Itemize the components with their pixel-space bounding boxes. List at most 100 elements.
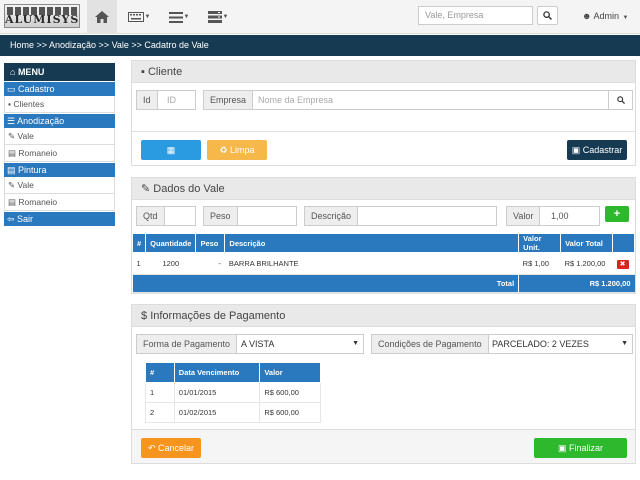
peso-field[interactable]: Peso xyxy=(203,206,297,226)
cell: 01/02/2015 xyxy=(174,402,261,423)
cancelar-label: Cancelar xyxy=(158,443,195,453)
sidebar-item-sair[interactable]: ⇦ Sair xyxy=(4,211,115,226)
col-header: Valor Unit. xyxy=(518,233,562,253)
sidebar-item-romaneio-pintura[interactable]: ▤ Romaneio xyxy=(4,194,115,211)
valor-field[interactable]: Valor 1,00 xyxy=(506,206,600,226)
search-icon xyxy=(616,96,625,104)
admin-user-menu[interactable]: ☻ Admin ▼ xyxy=(582,11,628,21)
cell: R$ 1.200,00 xyxy=(560,252,613,275)
valor-label: Valor xyxy=(507,207,541,225)
finalizar-button[interactable]: ▣ Finalizar xyxy=(534,438,627,458)
sidebar-header: ⌂ MENU xyxy=(4,63,115,81)
col-header: Quantidade xyxy=(145,233,197,253)
col-header: # xyxy=(131,233,147,253)
vale-items-table: # Quantidade Peso Descrição Valor Unit. … xyxy=(131,233,635,293)
caret-down-icon: ▼ xyxy=(183,14,190,20)
plus-icon: + xyxy=(613,208,621,220)
sidebar-item-vale-pintura[interactable]: ✎ Vale xyxy=(4,177,115,194)
table-row: 2 01/02/2015 R$ 600,00 xyxy=(145,402,321,423)
sidebar-item-vale-anodizacao[interactable]: ✎ Vale xyxy=(4,128,115,145)
cell: 1 xyxy=(145,382,175,403)
limpa-cliente-button[interactable]: ♻ Limpa Cliente xyxy=(207,140,267,175)
sidebar-item-romaneio-anodizacao[interactable]: ▤ Romaneio xyxy=(4,145,115,162)
col-header: Peso xyxy=(195,233,226,253)
cell: 1200 xyxy=(145,252,196,275)
pagamento-title: Informações de Pagamento xyxy=(150,310,286,322)
search-input[interactable]: Vale, Empresa xyxy=(418,6,533,25)
app-logo[interactable]: ALUMISYS xyxy=(4,4,80,28)
forma-pagamento-select[interactable]: Forma de Pagamento A VISTA ▼ xyxy=(136,334,364,354)
peso-label: Peso xyxy=(204,207,238,225)
cliente-panel-header: ▪ Cliente xyxy=(132,61,635,83)
condicoes-pagamento-label: Condições de Pagamento xyxy=(372,335,489,353)
sidebar-section-anodizacao[interactable]: ☰ Anodização xyxy=(4,113,115,128)
cell-action: ✖ xyxy=(612,252,635,275)
col-header: Descrição xyxy=(224,233,520,253)
empresa-placeholder: Nome da Empresa xyxy=(258,95,334,105)
id-label: Id xyxy=(137,91,158,109)
table-header-row: # Data Vencimento Valor xyxy=(145,362,321,383)
col-header: # xyxy=(145,362,175,383)
table-header-row: # Quantidade Peso Descrição Valor Unit. … xyxy=(131,233,635,253)
sidebar-item-clientes[interactable]: ▪ Clientes xyxy=(4,96,115,113)
exibir-ocultar-label: Exibir/Ocultar xyxy=(143,165,198,175)
keyboard-menu-button[interactable]: ▼ xyxy=(124,0,154,34)
dados-vale-panel-header: ✎ Dados do Vale xyxy=(132,178,635,200)
list-icon xyxy=(168,11,183,23)
server-menu-button[interactable]: ▼ xyxy=(203,0,233,34)
sidebar-section-label: Pintura xyxy=(18,165,47,175)
admin-label: Admin xyxy=(593,11,620,21)
cancelar-button[interactable]: ↶ Cancelar xyxy=(141,438,201,458)
col-header-action xyxy=(612,233,635,253)
col-header: Valor xyxy=(259,362,321,383)
cell: 1 xyxy=(132,252,146,275)
pagamento-panel: $ Informações de Pagamento Forma de Paga… xyxy=(131,304,636,464)
descricao-field[interactable]: Descrição xyxy=(304,206,497,226)
sidebar-section-label: Anodização xyxy=(17,116,65,126)
table-row: 1 1200 - BARRA BRILHANTE R$ 1,00 R$ 1.20… xyxy=(132,252,635,275)
sidebar-menu-title: MENU xyxy=(17,67,45,77)
empresa-search-button[interactable] xyxy=(608,91,632,109)
col-header: Valor Total xyxy=(560,233,613,253)
empresa-field[interactable]: Empresa Nome da Empresa xyxy=(203,90,633,110)
sidebar-section-label: Cadastro xyxy=(18,84,55,94)
sidebar-item-label: Vale xyxy=(17,180,34,190)
add-item-button[interactable]: + xyxy=(605,206,629,222)
search-icon xyxy=(543,11,552,20)
list-menu-button[interactable]: ▼ xyxy=(164,0,194,34)
finalizar-label: Finalizar xyxy=(569,443,604,453)
dados-vale-title: Dados do Vale xyxy=(153,183,225,195)
exibir-ocultar-button[interactable]: ▦ Exibir/Ocultar xyxy=(141,140,201,175)
cliente-panel: ▪ Cliente Id ID Empresa Nome da Empresa … xyxy=(131,60,636,175)
caret-down-icon: ▼ xyxy=(621,340,628,347)
sidebar-menu: ⌂ MENU ▭ Cadastro ▪ Clientes ☰ Anodizaçã… xyxy=(4,63,115,226)
caret-down-icon: ▼ xyxy=(352,340,359,347)
caret-down-icon: ▼ xyxy=(622,15,629,21)
keyboard-icon xyxy=(127,12,144,22)
condicoes-pagamento-select[interactable]: Condições de Pagamento PARCELADO: 2 VEZE… xyxy=(371,334,633,354)
forma-pagamento-label: Forma de Pagamento xyxy=(137,335,238,353)
total-label: Total xyxy=(132,274,520,293)
sidebar-section-cadastro[interactable]: ▭ Cadastro xyxy=(4,81,115,96)
cell: R$ 600,00 xyxy=(259,382,321,403)
cell: 2 xyxy=(145,402,175,423)
qtd-label: Qtd xyxy=(137,207,165,225)
pagamento-panel-header: $ Informações de Pagamento xyxy=(132,305,635,327)
cell: R$ 1,00 xyxy=(518,252,561,275)
cell: BARRA BRILHANTE xyxy=(224,252,519,275)
home-icon xyxy=(95,11,109,23)
breadcrumb: Home >> Anodização >> Vale >> Cadatro de… xyxy=(0,35,640,56)
remove-item-icon[interactable]: ✖ xyxy=(616,259,629,269)
id-field[interactable]: Id ID xyxy=(136,90,196,110)
search-button[interactable] xyxy=(537,6,558,25)
qtd-field[interactable]: Qtd xyxy=(136,206,196,226)
sidebar-item-label: Romaneio xyxy=(18,197,58,207)
cell: 01/01/2015 xyxy=(174,382,261,403)
limpa-cliente-label: Limpa Cliente xyxy=(222,145,255,175)
sidebar-section-pintura[interactable]: ▤ Pintura xyxy=(4,162,115,177)
home-nav-button[interactable] xyxy=(87,0,117,34)
breadcrumb-text[interactable]: Home >> Anodização >> Vale >> Cadatro de… xyxy=(10,40,209,50)
cadastrar-label: Cadastrar xyxy=(582,145,623,155)
cell: R$ 600,00 xyxy=(259,402,321,423)
cadastrar-button[interactable]: ▣ Cadastrar xyxy=(567,140,627,160)
